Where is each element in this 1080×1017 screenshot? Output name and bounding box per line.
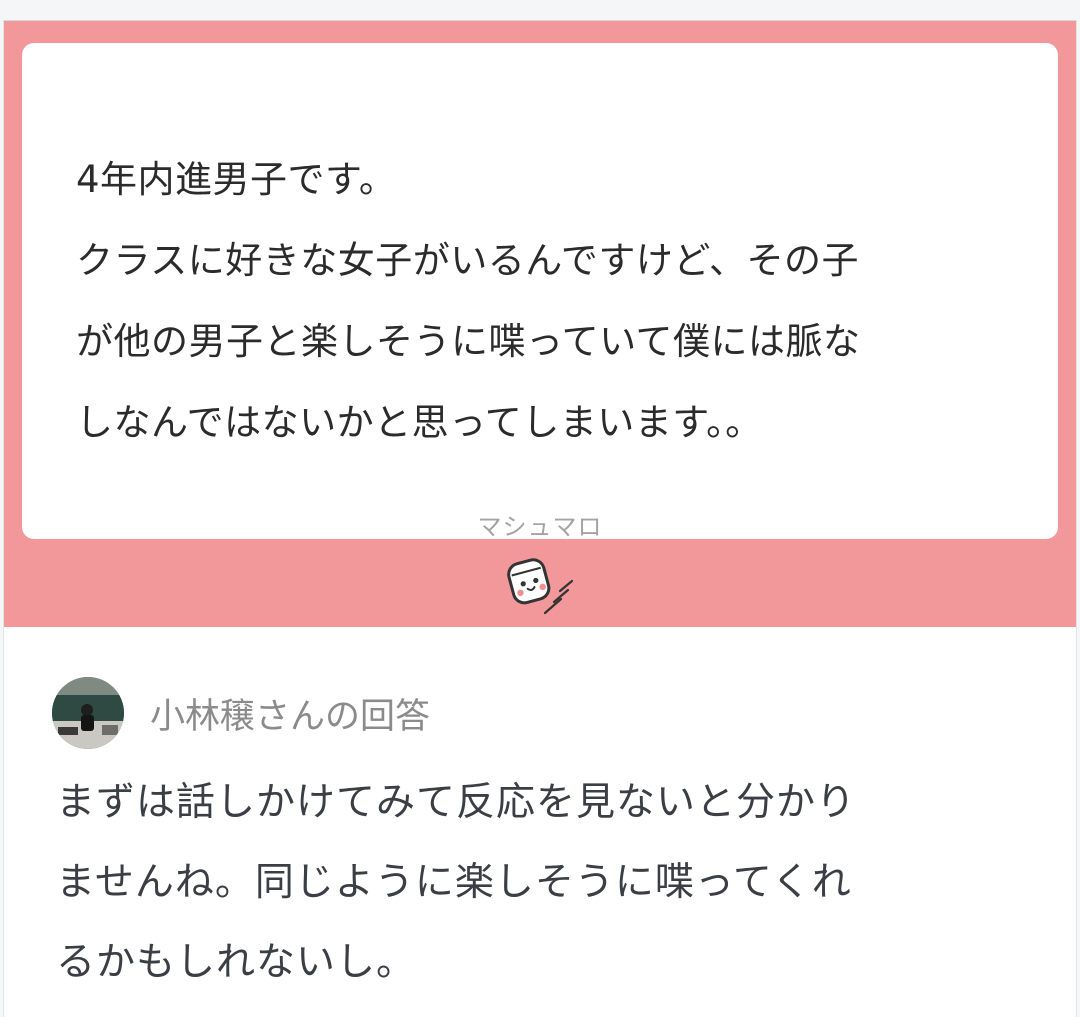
question-line: しなんではないかと思ってしまいます。。 — [76, 401, 763, 444]
question-box: 4年内進男子です。 クラスに好きな女子がいるんですけど、その子 が他の男子と楽し… — [22, 43, 1058, 541]
answer-text: まずは話しかけてみて反応を見ないと分かり ませんね。同じように楽しそうに喋ってく… — [56, 763, 1046, 1003]
question-text: 4年内進男子です。 クラスに好きな女子がいるんですけど、その子 が他の男子と楽し… — [76, 139, 1006, 463]
brand-label: マシュマロ — [477, 513, 603, 541]
user-avatar[interactable] — [52, 677, 124, 749]
answer-line: まずは話しかけてみて反応を見ないと分かり — [56, 780, 857, 825]
question-line: 4年内進男子です。 — [76, 158, 397, 201]
question-line: クラスに好きな女子がいるんですけど、その子 — [76, 239, 860, 282]
question-line: が他の男子と楽しそうに喋っていて僕には脈な — [76, 320, 861, 363]
answer-header: 小林穣さんの回答 — [52, 677, 430, 749]
answer-line: ませんね。同じように楽しそうに喋ってくれ — [56, 860, 852, 905]
marshmallow-mascot-icon — [500, 544, 584, 624]
answer-line: るかもしれないし。 — [56, 940, 417, 985]
answerer-name: 小林穣さんの回答 — [150, 696, 431, 737]
question-panel: 4年内進男子です。 クラスに好きな女子がいるんですけど、その子 が他の男子と楽し… — [4, 21, 1076, 627]
marshmallow-card: 4年内進男子です。 クラスに好きな女子がいるんですけど、その子 が他の男子と楽し… — [3, 20, 1077, 1017]
